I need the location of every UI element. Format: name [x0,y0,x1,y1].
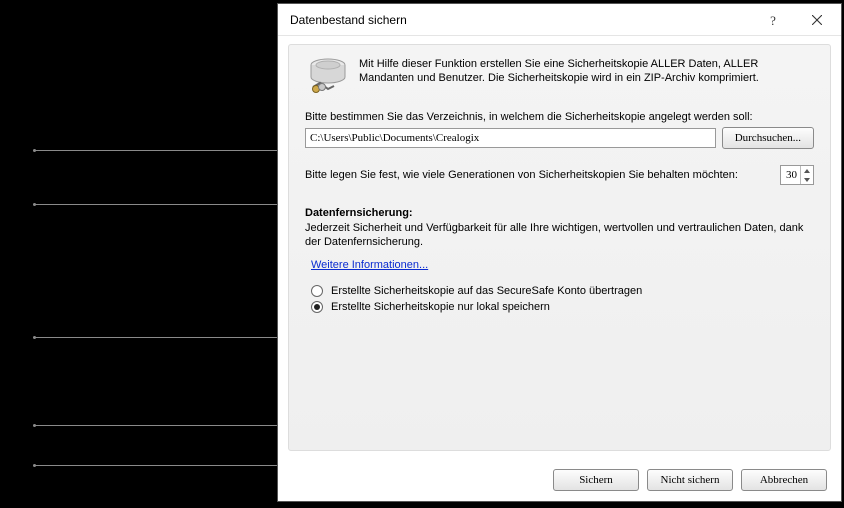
generations-spinner[interactable]: 30 [780,165,814,185]
option-upload[interactable]: Erstellte Sicherheitskopie auf das Secur… [311,285,814,297]
callout-dot [33,149,36,152]
callout-dot [33,424,36,427]
callout-dot [33,464,36,467]
callout-line [34,465,277,466]
remote-backup-section: Datenfernsicherung: Jederzeit Sicherheit… [305,207,814,313]
more-info-link[interactable]: Weitere Informationen... [311,259,428,271]
intro-row: Mit Hilfe dieser Funktion erstellen Sie … [305,57,814,97]
callout-line [34,337,277,338]
window-title: Datenbestand sichern [290,13,751,27]
backup-disk-icon [305,57,349,97]
radio-icon [311,285,323,297]
generations-value[interactable]: 30 [781,166,800,184]
callout-line [34,425,277,426]
callout-dot [33,336,36,339]
titlebar: Datenbestand sichern ? [278,4,841,36]
radio-icon [311,301,323,313]
help-button[interactable]: ? [751,6,795,34]
cancel-button[interactable]: Abbrechen [741,469,827,491]
option-upload-label: Erstellte Sicherheitskopie auf das Secur… [331,285,642,297]
nosave-button[interactable]: Nicht sichern [647,469,733,491]
callout-line [34,204,277,205]
remote-backup-desc: Jederzeit Sicherheit und Verfügbarkeit f… [305,221,814,249]
callout-line [34,150,277,151]
directory-label: Bitte bestimmen Sie das Verzeichnis, in … [305,111,814,123]
save-button[interactable]: Sichern [553,469,639,491]
close-button[interactable] [795,6,839,34]
intro-text: Mit Hilfe dieser Funktion erstellen Sie … [359,57,814,97]
browse-button[interactable]: Durchsuchen... [722,127,814,149]
remote-backup-title: Datenfernsicherung: [305,207,413,219]
generations-label: Bitte legen Sie fest, wie viele Generati… [305,169,772,181]
option-local-label: Erstellte Sicherheitskopie nur lokal spe… [331,301,550,313]
dialog-window: Datenbestand sichern ? Mit Hilfe dieser … [277,3,842,502]
callout-dot [33,203,36,206]
spinner-down-icon[interactable] [801,175,813,184]
option-local[interactable]: Erstellte Sicherheitskopie nur lokal spe… [311,301,814,313]
spinner-up-icon[interactable] [801,166,813,175]
dialog-client: Mit Hilfe dieser Funktion erstellen Sie … [288,44,831,451]
dialog-footer: Sichern Nicht sichern Abbrechen [278,469,841,491]
svg-text:?: ? [770,13,776,27]
directory-input[interactable] [305,128,716,148]
